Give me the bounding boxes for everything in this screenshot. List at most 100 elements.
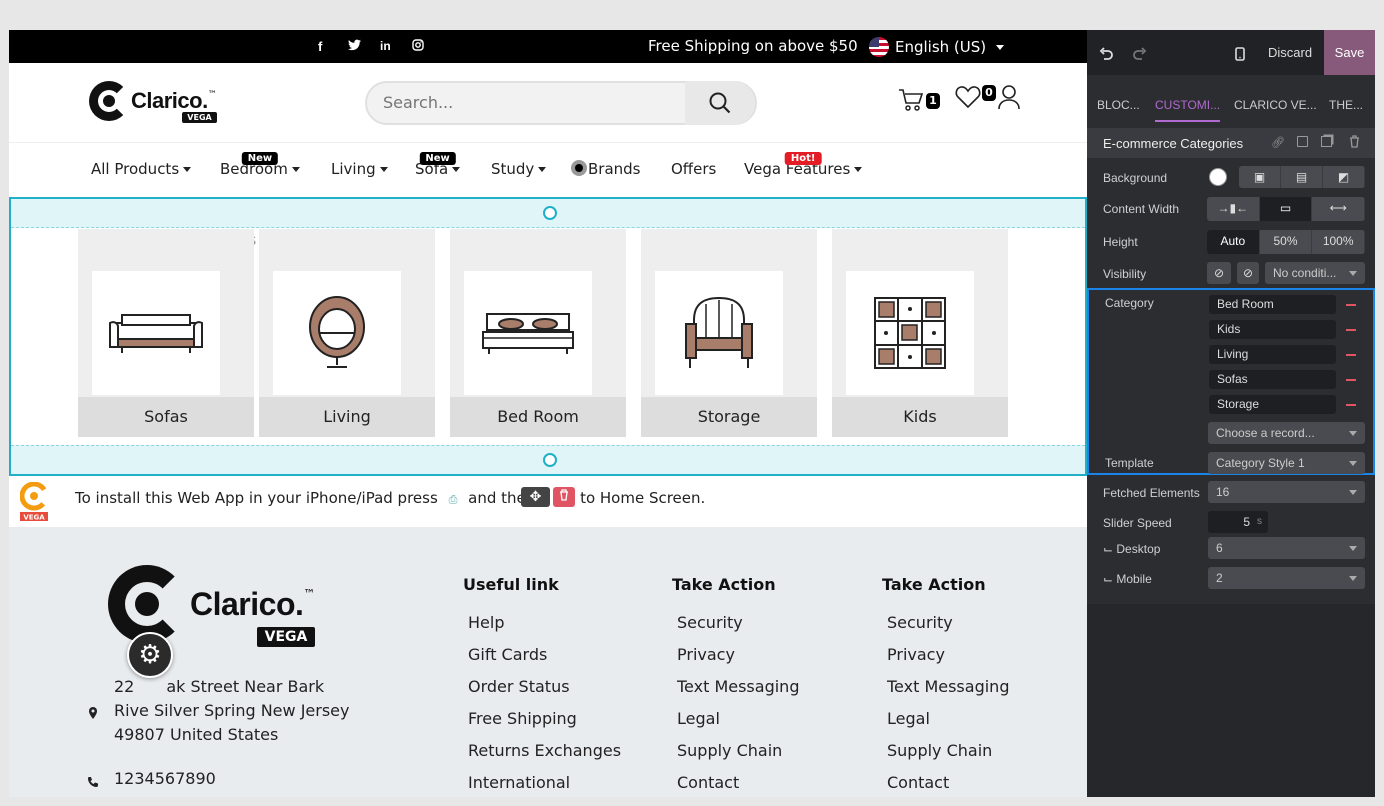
background-shape-icon[interactable]: ◩ [1323,166,1365,188]
save-button[interactable]: Save [1324,30,1375,75]
account-button[interactable] [997,84,1021,114]
link-icon[interactable]: 🔗︎ [1271,136,1285,149]
cart-button[interactable]: 1 [898,87,940,117]
category-item[interactable]: Living [1209,345,1336,364]
background-color-swatch[interactable] [1209,168,1227,186]
footer-link[interactable]: Supply Chain [887,737,1009,769]
footer-link[interactable]: Privacy [677,641,799,673]
choose-record-select[interactable]: Choose a record... [1208,422,1365,444]
footer-link[interactable]: Contact [677,769,799,797]
nav-item-bedroom[interactable]: New Bedroom [220,152,300,178]
category-card-living[interactable]: Living [259,229,435,437]
footer-link[interactable]: Gift Cards [468,641,621,673]
site-logo[interactable]: Clarico.™ VEGA [89,81,217,123]
remove-icon[interactable] [1346,304,1356,306]
mobile-preview-icon[interactable] [1235,30,1245,75]
instagram-icon[interactable] [412,39,424,54]
cart-icon [899,89,924,111]
footer-link[interactable]: Legal [677,705,799,737]
chevron-down-icon [183,167,192,172]
redo-icon[interactable] [1133,30,1147,75]
slider-speed-input[interactable]: 5 s [1208,511,1268,533]
nav-item-offers[interactable]: Offers [671,160,716,178]
footer-link[interactable]: Legal [887,705,1009,737]
nav-item-sofa[interactable]: New Sofa [415,152,461,178]
nav-item-study[interactable]: Study [491,160,547,178]
fetched-elements-select[interactable]: 16 [1208,481,1365,503]
footer-link[interactable]: International [468,769,621,797]
footer-link[interactable]: Help [468,609,621,641]
trash-icon[interactable] [1349,135,1360,151]
footer-link[interactable]: Text Messaging [887,673,1009,705]
template-label: Template [1105,456,1154,470]
footer-link[interactable]: Contact [887,769,1009,797]
sofa-icon [109,314,203,353]
search-button[interactable] [685,81,755,125]
category-item[interactable]: Storage [1209,395,1336,414]
new-tag: New [241,152,279,165]
nav-item-all-products[interactable]: All Products [91,160,192,178]
footer-link[interactable]: Privacy [887,641,1009,673]
category-card-sofas[interactable]: Sofas [78,229,254,437]
remove-icon[interactable] [1346,379,1356,381]
background-video-icon[interactable]: ▤ [1281,166,1323,188]
category-card-kids[interactable]: Kids [832,229,1008,437]
remove-icon[interactable] [1346,354,1356,356]
category-item[interactable]: Sofas [1209,370,1336,389]
linkedin-icon[interactable]: in [380,39,391,53]
category-label: Sofas [78,397,254,437]
background-image-icon[interactable]: ▣ [1239,166,1281,188]
padding-top-handle[interactable] [543,206,557,220]
delete-block-icon[interactable] [553,487,575,507]
category-item[interactable]: Kids [1209,320,1336,339]
category-item[interactable]: Bed Room [1209,295,1336,314]
ecommerce-categories-block[interactable]: ds Sofas Living Bed Room Storage [9,197,1087,476]
save-snippet-icon[interactable] [1297,136,1308,147]
nav-item-brands[interactable]: Brands [571,160,641,178]
width-regular-icon[interactable]: ▭ [1259,197,1313,221]
width-small-icon[interactable]: →▮← [1207,197,1260,221]
footer-link[interactable]: Supply Chain [677,737,799,769]
duplicate-icon[interactable] [1321,136,1332,147]
twitter-icon[interactable] [348,39,361,54]
tab-theme[interactable]: THE... [1329,88,1363,122]
footer-link[interactable]: Security [887,609,1009,641]
visibility-select[interactable]: No conditi... [1265,262,1365,284]
footer-link[interactable]: Order Status [468,673,621,705]
remove-icon[interactable] [1346,404,1356,406]
padding-bottom-handle[interactable] [543,453,557,467]
height-100[interactable]: 100% [1312,230,1365,254]
language-selector[interactable]: English (US) [869,37,1005,57]
category-card-storage[interactable]: Storage [641,229,817,437]
phone-icon [87,773,99,792]
mobile-select[interactable]: 2 [1208,567,1365,589]
background-options: ▣ ▤ ◩ [1239,166,1365,188]
tab-blocks[interactable]: BLOC... [1097,88,1140,122]
footer-link[interactable]: Text Messaging [677,673,799,705]
move-handle-icon[interactable]: ✥ [521,487,550,507]
discard-button[interactable]: Discard [1268,30,1312,75]
nav-item-living[interactable]: Living [331,160,388,178]
main-nav: All Products New Bedroom Living New Sofa S… [9,144,1087,196]
height-50[interactable]: 50% [1260,230,1313,254]
template-select[interactable]: Category Style 1 [1208,452,1365,474]
undo-icon[interactable] [1099,30,1113,75]
footer-logo[interactable]: Clarico.™ VEGA [108,565,316,647]
footer-link[interactable]: Security [677,609,799,641]
tab-customize[interactable]: CUSTOMI... [1155,88,1221,122]
remove-icon[interactable] [1346,329,1356,331]
hide-mobile-icon[interactable]: ⊘ [1237,262,1259,284]
search-input[interactable] [383,93,683,112]
facebook-icon[interactable]: f [318,39,322,54]
settings-gear-icon[interactable]: ⚙ [127,632,173,678]
desktop-select[interactable]: 6 [1208,537,1365,559]
category-card-bed-room[interactable]: Bed Room [450,229,626,437]
nav-item-vega-features[interactable]: Hot! Vega Features [744,152,863,178]
footer-link[interactable]: Free Shipping [468,705,621,737]
tab-clarico-vega[interactable]: CLARICO VE... [1234,88,1317,122]
footer-link[interactable]: Returns Exchanges [468,737,621,769]
wishlist-button[interactable]: 0 [955,85,996,113]
height-auto[interactable]: Auto [1207,230,1260,254]
width-full-icon[interactable]: ⟷ [1312,197,1365,221]
hide-desktop-icon[interactable]: ⊘ [1207,262,1231,284]
